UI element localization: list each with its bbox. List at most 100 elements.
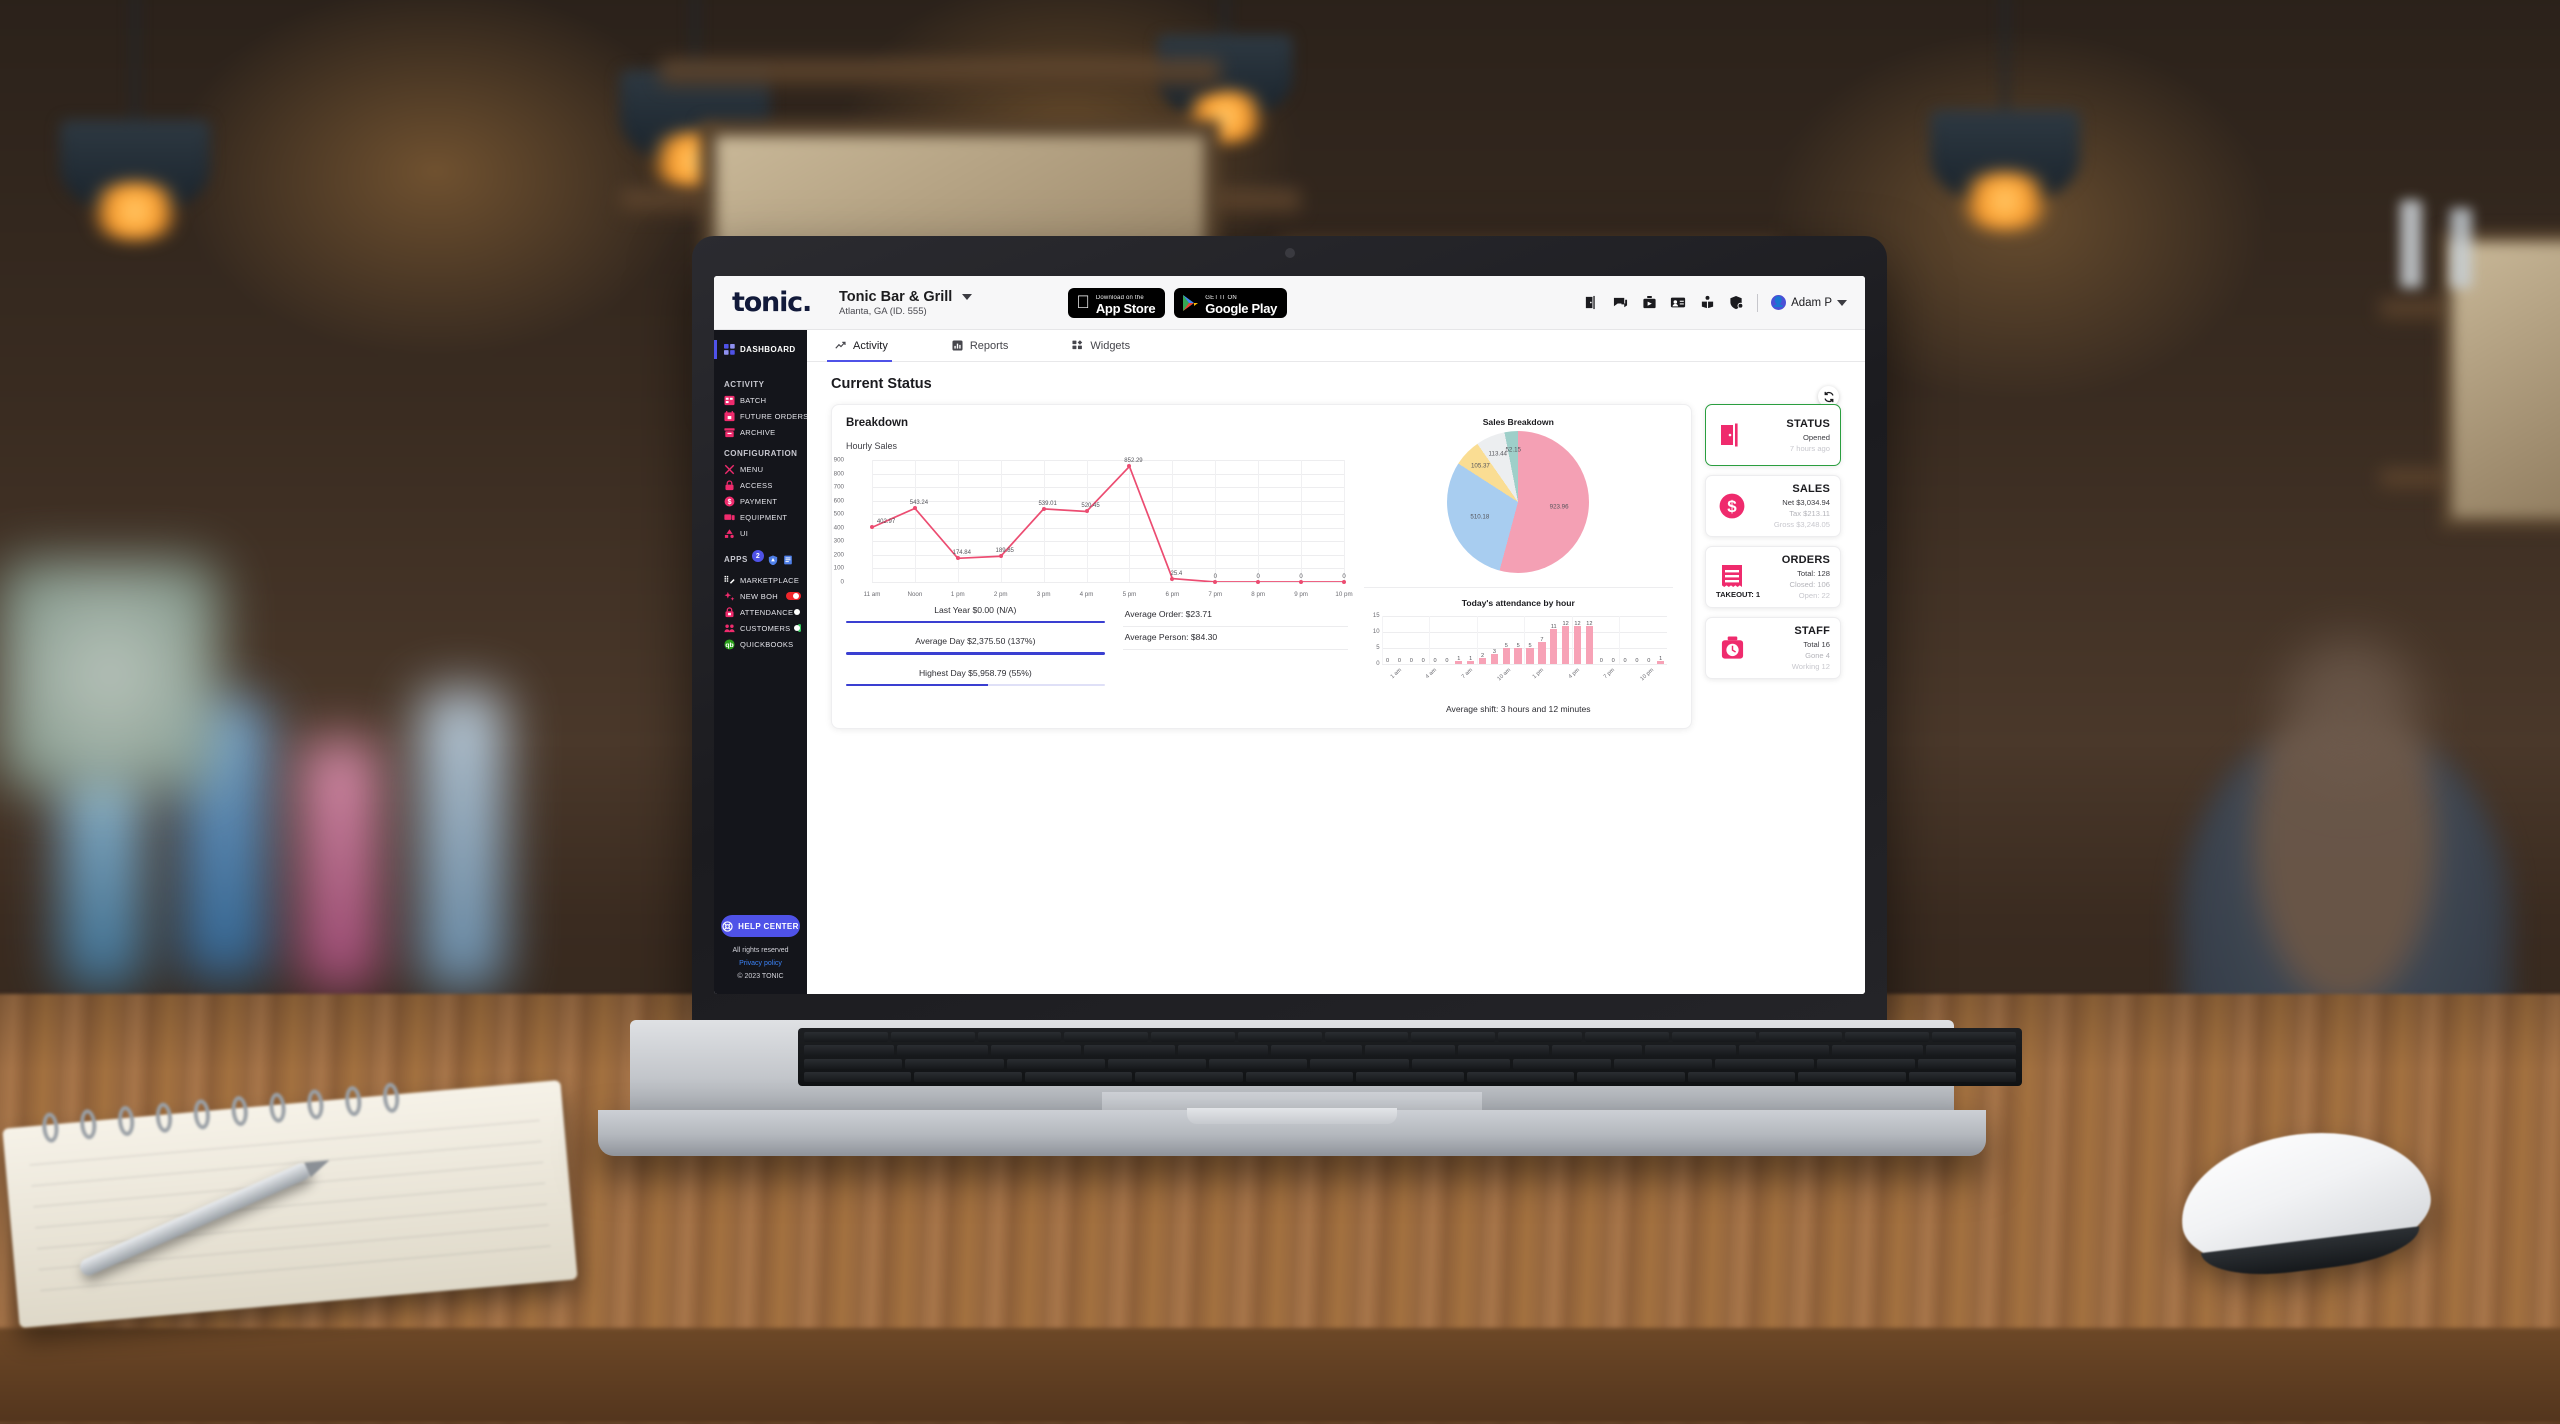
attendance-title: Today's attendance by hour <box>1461 598 1575 608</box>
help-center-label: HELP CENTER <box>738 921 799 931</box>
sidebar-item-dashboard[interactable]: DASHBOARD <box>714 340 807 359</box>
chevron-down-icon[interactable] <box>1837 299 1847 306</box>
pie-slice-label: 113.44 <box>1488 450 1507 458</box>
tab-activity[interactable]: Activity <box>827 330 906 362</box>
time-clock-icon <box>1716 635 1748 661</box>
tab-reports[interactable]: Reports <box>948 330 1027 361</box>
bar <box>1514 648 1522 664</box>
google-play-main: Google Play <box>1204 300 1277 316</box>
chat-icon[interactable] <box>1612 295 1628 311</box>
status-card-line2: Gone 4 <box>1805 651 1830 660</box>
store-badges:  Download on the App Store <box>1068 287 1288 318</box>
bottle <box>2450 208 2472 288</box>
bar-label: 5 <box>1504 643 1508 649</box>
data-point <box>1299 580 1304 584</box>
venue-selector[interactable]: Tonic Bar & Grill Atlanta, GA (ID. 555) <box>839 288 973 317</box>
bar-chart-icon <box>952 340 963 351</box>
bar <box>1585 625 1594 664</box>
exit-door-icon[interactable] <box>1583 295 1599 311</box>
takeout-count: TAKEOUT: 1 <box>1716 590 1761 599</box>
sidebar-item-new-boh[interactable]: NEW BOH <box>714 588 807 604</box>
sparkle-icon <box>724 591 735 602</box>
shield-settings-icon[interactable] <box>1728 295 1744 311</box>
bar-label: 12 <box>1574 620 1581 627</box>
x-axis-tick: 9 pm <box>1294 591 1308 598</box>
bar <box>1550 628 1558 664</box>
new-boh-toggle[interactable] <box>785 592 801 600</box>
bar-label: 0 <box>1421 657 1425 664</box>
bar <box>1526 648 1534 664</box>
bar-label: 11 <box>1550 623 1557 630</box>
laptop-screen: tonic. Tonic Bar & Grill Atlanta, GA (ID… <box>714 276 1865 994</box>
widgets-icon <box>1072 340 1083 351</box>
data-point <box>1127 464 1132 469</box>
tonic-logo[interactable]: tonic. <box>732 287 812 318</box>
chevron-down-icon[interactable] <box>962 293 973 300</box>
x-axis-tick: 6 pm <box>1165 591 1180 598</box>
sidebar-section-title: CONFIGURATION <box>724 449 798 458</box>
status-card-staff[interactable]: STAFF Total 16 Gone 4 Working 12 <box>1705 617 1841 679</box>
data-label: 543.24 <box>909 500 929 507</box>
svg-text:qb: qb <box>725 642 733 649</box>
metrics-row: Last Year $0.00 (N/A) Average Day $2,375… <box>846 604 1348 698</box>
bar-label: 7 <box>1540 636 1544 643</box>
sidebar-section-configuration: CONFIGURATION MENU ACCESS $ PAYMENT EQUI… <box>714 449 807 541</box>
y-axis-tick: 900 <box>833 456 844 464</box>
app-store-badge[interactable]:  Download on the App Store <box>1068 287 1166 318</box>
status-card-line2: Closed: 106 <box>1789 580 1830 589</box>
y-axis-tick: 200 <box>833 551 844 559</box>
apple-icon:  <box>1076 293 1090 311</box>
status-card-sales[interactable]: $ SALES Net $3,034.94 Tax $213.11 Gross … <box>1705 475 1841 537</box>
bottle <box>2400 200 2422 288</box>
sidebar-item-menu[interactable]: MENU <box>714 461 807 477</box>
data-point <box>1342 580 1346 584</box>
svg-text:$: $ <box>1727 497 1737 516</box>
data-point <box>1256 580 1261 584</box>
bar-label: 0 <box>1635 657 1639 664</box>
sidebar-item-future-orders[interactable]: FUTURE ORDERS <box>714 408 808 424</box>
help-center-button[interactable]: HELP CENTER <box>721 915 800 938</box>
sidebar-item-payment[interactable]: $ PAYMENT <box>714 493 807 509</box>
person-head <box>2280 640 2420 790</box>
status-card-line3: Open: 22 <box>1798 591 1830 600</box>
document-app-icon[interactable] <box>783 554 794 565</box>
shield-app-icon[interactable] <box>768 554 779 565</box>
x-axis-tick: 3 pm <box>1036 591 1051 598</box>
bar-label: 0 <box>1445 657 1449 664</box>
sidebar-section-activity: ACTIVITY BATCH FUTURE ORDERS ARCHIVE <box>714 380 808 440</box>
pie-slice-label: 923.96 <box>1549 503 1569 511</box>
bar <box>1573 625 1582 664</box>
sidebar-item-customers[interactable]: CUSTOMERS <box>714 620 807 636</box>
sidebar-item-archive[interactable]: ARCHIVE <box>714 424 807 440</box>
status-card-line3: 7 hours ago <box>1789 443 1830 453</box>
sidebar-item-ui[interactable]: UI <box>714 525 807 541</box>
y-axis-tick: 100 <box>833 564 844 572</box>
data-point <box>998 554 1003 559</box>
sidebar-item-access[interactable]: ACCESS <box>714 477 807 493</box>
bar-label: 0 <box>1647 657 1651 664</box>
status-card-orders[interactable]: ORDERS Total: 128 Closed: 106 Open: 22 T… <box>1705 546 1841 608</box>
privacy-policy-link[interactable]: Privacy policy <box>714 958 807 971</box>
cutlery-icon <box>724 464 735 475</box>
venue-name: Tonic Bar & Grill <box>839 288 953 305</box>
sidebar-item-attendance[interactable]: ATTENDANCE <box>714 604 807 620</box>
tab-widgets[interactable]: Widgets <box>1068 330 1148 361</box>
metrics-left: Last Year $0.00 (N/A) Average Day $2,375… <box>846 604 1105 698</box>
customers-toggle[interactable] <box>793 624 801 632</box>
status-card-status[interactable]: STATUS Opened 7 hours ago <box>1705 404 1841 466</box>
logo-text: tonic. <box>732 287 812 318</box>
sidebar-item-marketplace[interactable]: MARKETPLACE <box>714 572 807 588</box>
sidebar-item-equipment[interactable]: EQUIPMENT <box>714 509 807 525</box>
sidebar-item-quickbooks[interactable]: qb QUICKBOOKS <box>714 636 807 652</box>
x-axis-tick: Noon <box>907 591 923 598</box>
reading-book-icon[interactable] <box>1699 295 1715 311</box>
sidebar-item-batch[interactable]: BATCH <box>714 392 807 408</box>
y-axis-tick: 700 <box>833 483 844 491</box>
x-axis-tick: 5 pm <box>1122 591 1137 598</box>
sidebar-footer: All rights reserved Privacy policy © 202… <box>714 945 807 994</box>
contact-card-icon[interactable] <box>1670 295 1686 311</box>
toolbox-icon[interactable] <box>1641 295 1657 311</box>
sidebar-item-label: PAYMENT <box>740 496 778 506</box>
google-play-badge[interactable]: GET IT ON Google Play <box>1174 287 1288 318</box>
user-menu[interactable]: 👤 Adam P <box>1771 295 1847 310</box>
